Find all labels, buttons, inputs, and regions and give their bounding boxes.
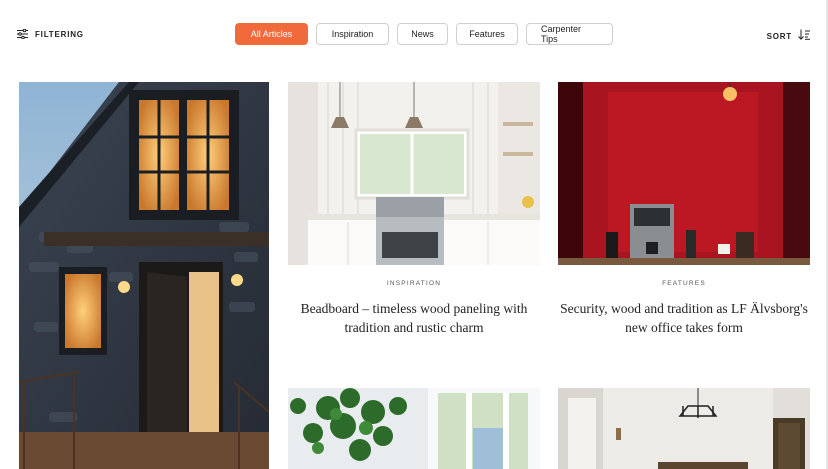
article-image-dining-room[interactable] xyxy=(558,388,810,469)
article-category[interactable]: INSPIRATION xyxy=(288,280,540,287)
sort-label: SORT xyxy=(766,31,792,41)
sliders-icon xyxy=(17,29,28,39)
sort-button[interactable]: SORT xyxy=(767,27,810,45)
article-card[interactable]: INSPIRATION Beadboard – timeless wood pa… xyxy=(288,82,540,342)
article-card[interactable]: FEATURES Security, wood and tradition as… xyxy=(558,82,810,342)
article-image-coffee-corner[interactable] xyxy=(558,82,810,265)
article-card[interactable] xyxy=(558,388,810,469)
article-image-kitchen[interactable] xyxy=(288,82,540,265)
article-meta: INSPIRATION Beadboard – timeless wood pa… xyxy=(288,280,540,337)
article-category[interactable]: FEATURES xyxy=(558,280,810,287)
tab-news[interactable]: News xyxy=(397,23,448,45)
tab-features[interactable]: Features xyxy=(456,23,518,45)
tab-all-articles[interactable]: All Articles xyxy=(235,23,308,45)
sort-descending-icon xyxy=(798,27,810,45)
article-image-plant[interactable] xyxy=(288,388,540,469)
filtering-label: FILTERING xyxy=(35,29,84,39)
article-card-featured[interactable] xyxy=(19,82,269,469)
category-tabs: All Articles Inspiration News Features C… xyxy=(235,23,613,45)
article-meta: FEATURES Security, wood and tradition as… xyxy=(558,280,810,337)
article-title[interactable]: Security, wood and tradition as LF Älvsb… xyxy=(558,299,810,337)
article-title[interactable]: Beadboard – timeless wood paneling with … xyxy=(288,299,540,337)
article-image-stone-house[interactable] xyxy=(19,82,269,469)
filtering-button[interactable]: FILTERING xyxy=(17,27,84,41)
filter-toolbar: FILTERING All Articles Inspiration News … xyxy=(0,0,828,68)
tab-inspiration[interactable]: Inspiration xyxy=(316,23,389,45)
article-card[interactable] xyxy=(288,388,540,469)
tab-carpenter-tips[interactable]: Carpenter Tips xyxy=(526,23,613,45)
